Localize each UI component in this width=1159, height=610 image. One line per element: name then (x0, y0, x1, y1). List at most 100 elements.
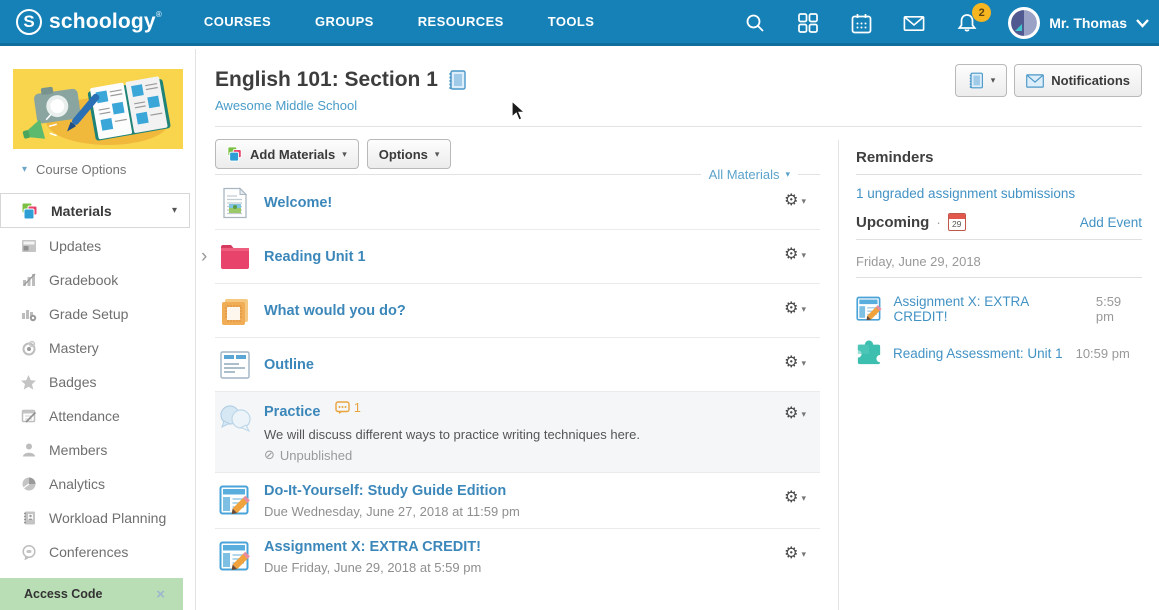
material-description: We will discuss different ways to practi… (264, 427, 784, 442)
event-link[interactable]: Reading Assessment: Unit 1 (893, 346, 1063, 361)
upcoming-calendar-icon[interactable]: 29 (948, 213, 966, 231)
user-name: Mr. Thomas (1049, 15, 1127, 31)
nav-groups[interactable]: GROUPS (315, 14, 374, 29)
add-event-link[interactable]: Add Event (1080, 215, 1142, 230)
caret-down-icon: ▾ (801, 549, 806, 560)
sidebar-item-updates[interactable]: Updates (0, 229, 196, 263)
sidebar-menu: Updates Gradebook Grade Setup Mastery Ba… (0, 229, 196, 569)
material-row-page: Welcome! ⚙ ▾ (215, 176, 820, 230)
material-row-media-album: What would you do? ⚙ ▾ (215, 284, 820, 338)
sidebar-item-badges[interactable]: Badges (0, 365, 196, 399)
row-gear-menu[interactable]: ⚙ ▾ (784, 406, 806, 422)
sidebar-item-grade-setup[interactable]: Grade Setup (0, 297, 196, 331)
add-materials-button[interactable]: Add Materials ▾ (215, 139, 359, 169)
notifications-bell-icon[interactable]: 2 (955, 11, 979, 35)
material-link[interactable]: What would you do? (264, 303, 406, 319)
app-grid-icon[interactable] (796, 11, 820, 35)
calendar-icon[interactable] (849, 11, 873, 35)
discussion-icon (218, 402, 252, 436)
sidebar-item-gradebook[interactable]: Gradebook (0, 263, 196, 297)
assessment-puzzle-icon (856, 340, 882, 366)
row-gear-menu[interactable]: ⚙ ▾ (784, 490, 806, 506)
sidebar-item-members[interactable]: Members (0, 433, 196, 467)
material-link[interactable]: Reading Unit 1 (264, 249, 366, 265)
material-link[interactable]: Welcome! (264, 195, 332, 211)
upcoming-date-header: Friday, June 29, 2018 (856, 254, 1142, 269)
material-link[interactable]: Do-It-Yourself: Study Guide Edition (264, 483, 506, 499)
members-icon (20, 442, 37, 459)
notifications-button[interactable]: Notifications (1014, 64, 1142, 97)
options-button[interactable]: Options ▾ (367, 139, 452, 169)
sidebar-item-mastery[interactable]: Mastery (0, 331, 196, 365)
sidebar-item-analytics[interactable]: Analytics (0, 467, 196, 501)
material-link[interactable]: Outline (264, 357, 314, 373)
analytics-icon (20, 476, 37, 493)
gear-icon: ⚙ (784, 355, 798, 371)
row-gear-menu[interactable]: ⚙ ▾ (784, 546, 806, 562)
row-gear-menu[interactable]: ⚙ ▾ (784, 247, 806, 263)
expand-chevron-icon[interactable]: › (201, 247, 207, 266)
messages-icon[interactable] (902, 11, 926, 35)
course-notebook-icon (446, 69, 467, 91)
gear-icon: ⚙ (784, 406, 798, 422)
conferences-icon (20, 544, 37, 561)
row-gear-menu[interactable]: ⚙ ▾ (784, 355, 806, 371)
close-icon[interactable]: × (156, 586, 165, 603)
attendance-icon (20, 408, 37, 425)
material-row-assignment: Do-It-Yourself: Study Guide Edition Due … (215, 473, 820, 529)
gradebook-icon (20, 272, 37, 289)
material-row-assignment: Assignment X: EXTRA CREDIT! Due Friday, … (215, 529, 820, 584)
school-link[interactable]: Awesome Middle School (215, 98, 357, 113)
caret-down-icon: ▾ (172, 205, 177, 216)
search-icon[interactable] (743, 11, 767, 35)
sidebar-item-attendance[interactable]: Attendance (0, 399, 196, 433)
document-icon (218, 348, 252, 382)
material-row-discussion: Practice 1 We will discuss different way… (215, 392, 820, 473)
badges-icon (20, 374, 37, 391)
materials-list: Welcome! ⚙ ▾ › Reading Un (215, 176, 820, 584)
sidebar-item-workload-planning[interactable]: Workload Planning (0, 501, 196, 535)
course-notebook-menu-button[interactable]: ▾ (955, 64, 1008, 97)
material-link[interactable]: Assignment X: EXTRA CREDIT! (264, 539, 481, 555)
comment-count[interactable]: 1 (335, 401, 361, 415)
material-link[interactable]: Practice (264, 404, 320, 420)
notification-count-badge[interactable]: 2 (972, 3, 991, 22)
nav-courses[interactable]: COURSES (204, 14, 271, 29)
comment-bubble-icon (335, 401, 350, 415)
workload-planning-icon (20, 510, 37, 527)
material-row-folder: › Reading Unit 1 ⚙ ▾ (215, 230, 820, 284)
main-content: English 101: Section 1 Awesome Middle Sc… (215, 46, 820, 115)
schoology-s-icon: S (16, 9, 42, 35)
sidebar-item-conferences[interactable]: Conferences (0, 535, 196, 569)
event-link[interactable]: Assignment X: EXTRA CREDIT! (894, 294, 1083, 324)
gear-icon: ⚙ (784, 247, 798, 263)
nav-tools[interactable]: TOOLS (548, 14, 595, 29)
schoology-course-page: S schoology® COURSES GROUPS RESOURCES TO… (0, 0, 1159, 610)
caret-down-icon: ▾ (801, 493, 806, 504)
row-gear-menu[interactable]: ⚙ ▾ (784, 301, 806, 317)
nav-resources[interactable]: RESOURCES (418, 14, 504, 29)
updates-icon (20, 238, 37, 255)
user-menu[interactable]: Mr. Thomas (1008, 7, 1149, 39)
primary-nav: COURSES GROUPS RESOURCES TOOLS (204, 14, 594, 29)
notebook-icon (967, 71, 984, 90)
gear-icon: ⚙ (784, 546, 798, 562)
ungraded-submissions-link[interactable]: 1 ungraded assignment submissions (856, 186, 1075, 201)
top-navbar: S schoology® COURSES GROUPS RESOURCES TO… (0, 0, 1159, 46)
media-album-icon (218, 294, 252, 328)
course-sidebar: ▾ Course Options Materials ▾ Updates Gra… (0, 49, 196, 610)
assignment-icon (856, 296, 883, 323)
access-code-title: Access Code (24, 587, 103, 601)
registered-mark: ® (156, 10, 162, 19)
course-options-toggle[interactable]: ▾ Course Options (22, 162, 126, 177)
reminders-section: Reminders 1 ungraded assignment submissi… (856, 149, 1142, 203)
course-image[interactable] (13, 69, 183, 149)
row-gear-menu[interactable]: ⚙ ▾ (784, 193, 806, 209)
material-row-document: Outline ⚙ ▾ (215, 338, 820, 392)
caret-down-icon: ▾ (435, 149, 440, 160)
access-code-panel: Access Code × (0, 578, 183, 610)
chevron-down-icon (1136, 19, 1149, 28)
sidebar-item-materials[interactable]: Materials ▾ (0, 193, 190, 228)
schoology-logo[interactable]: S schoology® (16, 9, 162, 35)
folder-icon (218, 240, 252, 274)
